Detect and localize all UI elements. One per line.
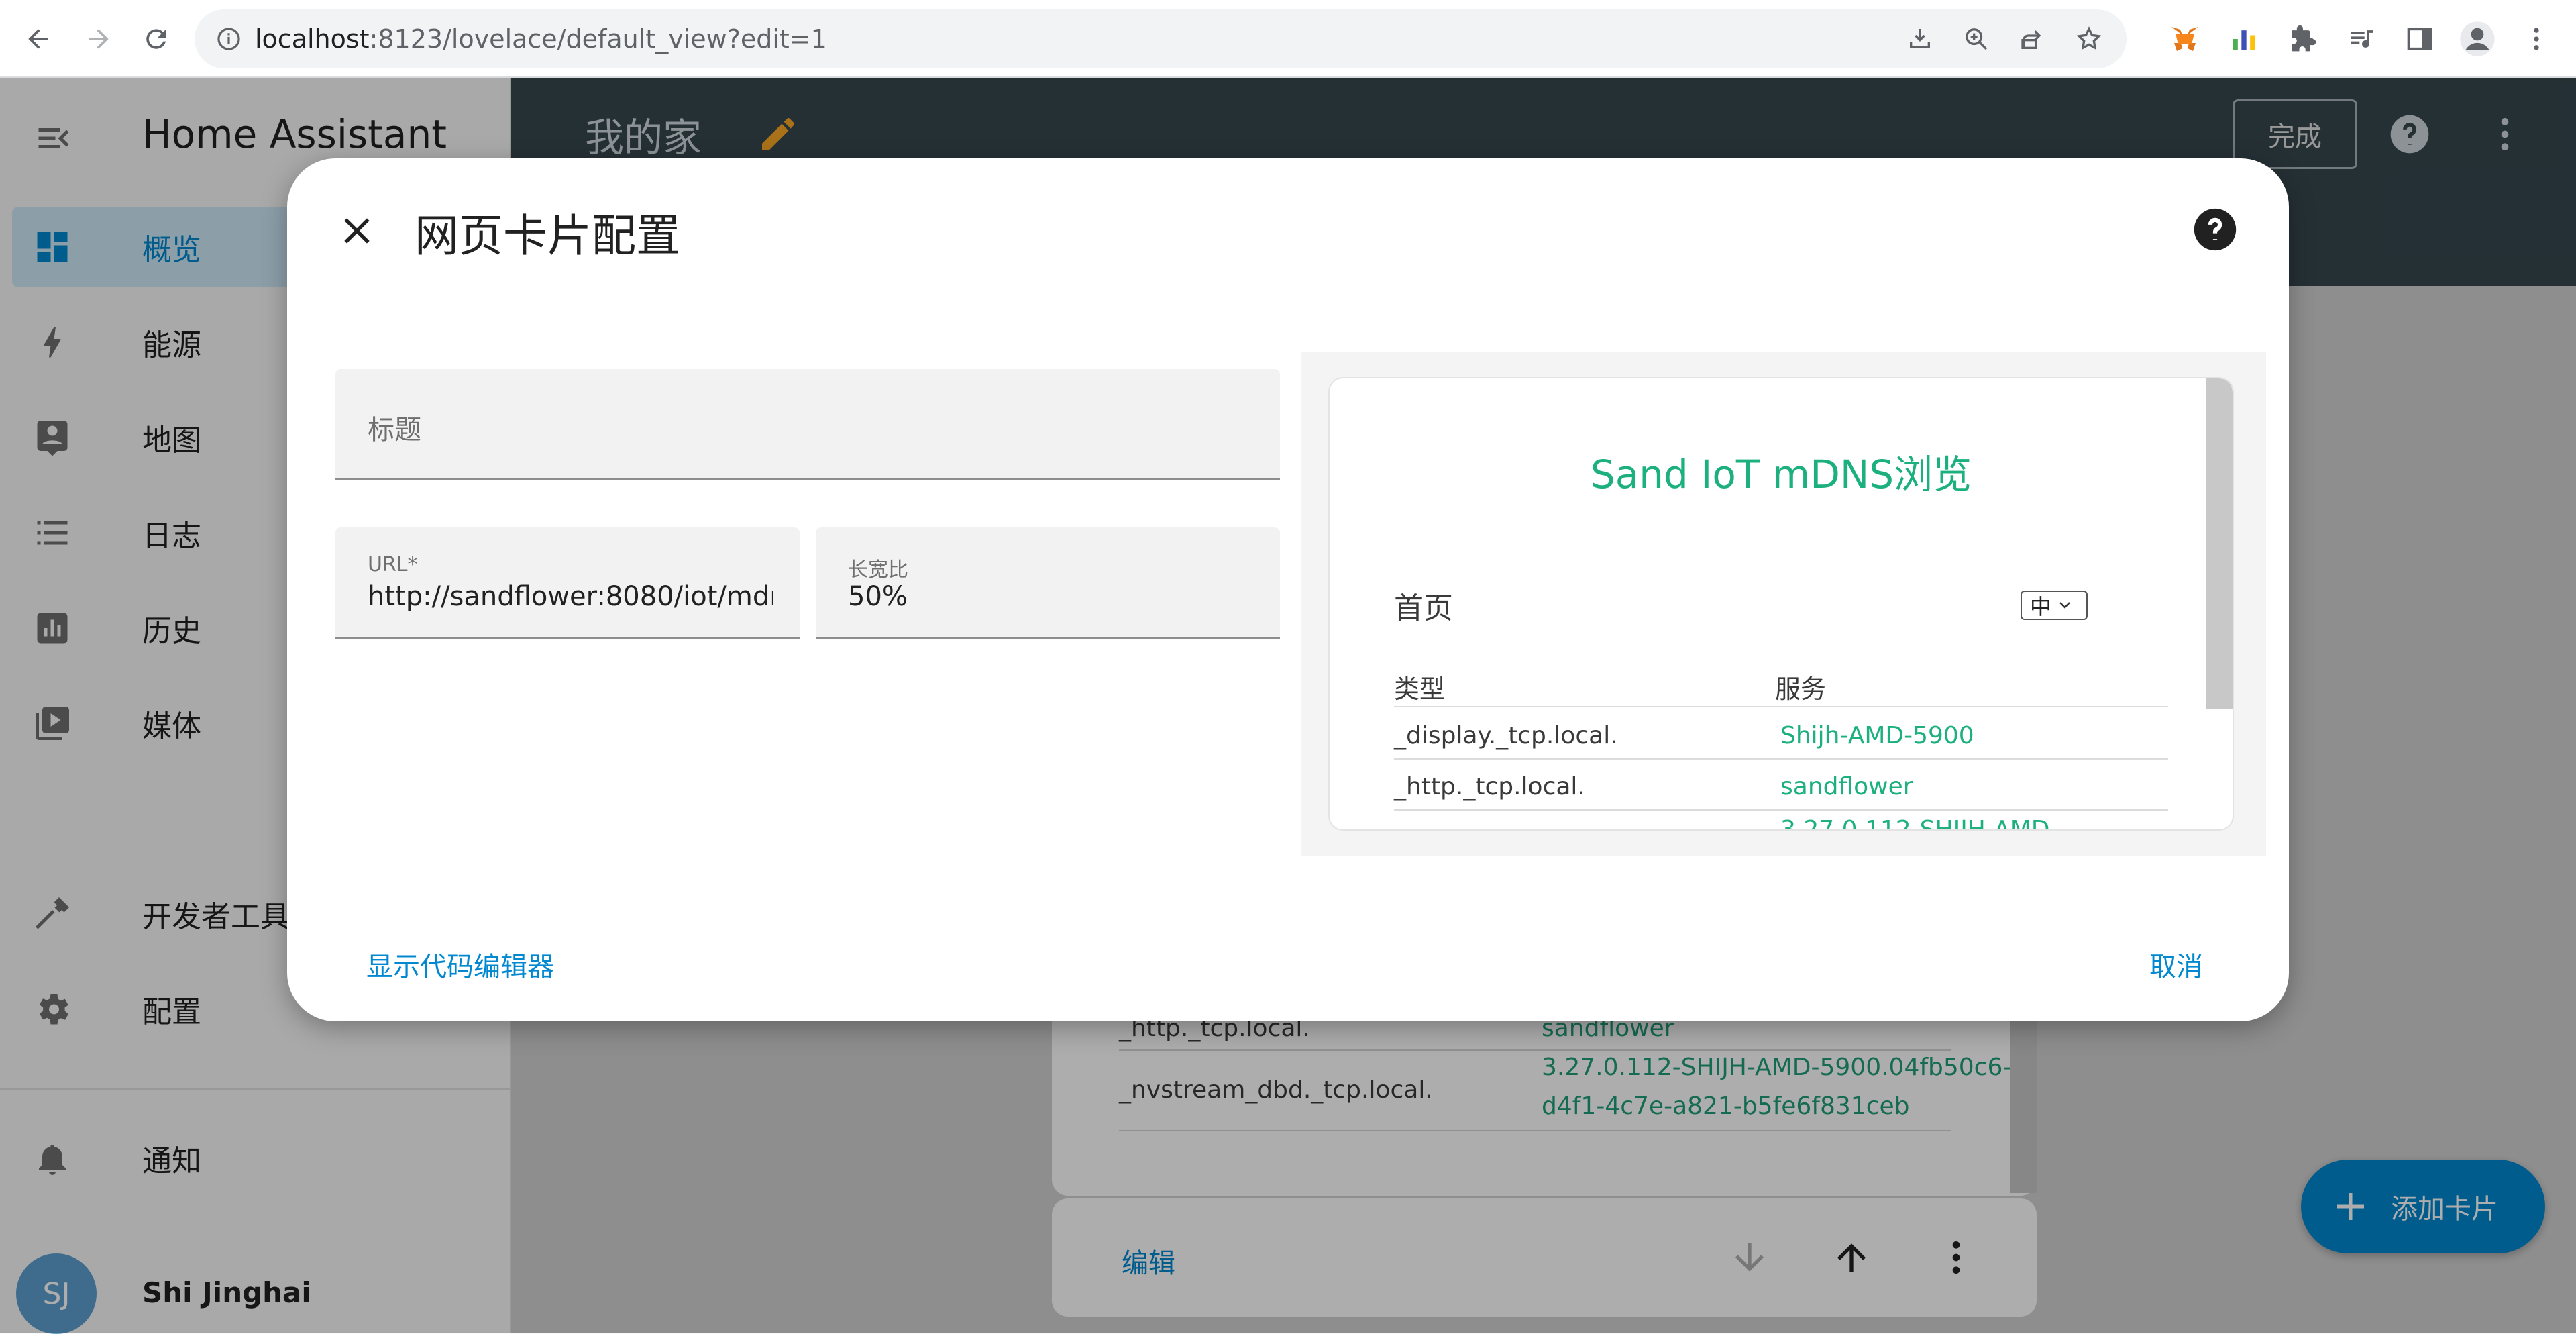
- chart-extension-icon[interactable]: [2220, 15, 2267, 62]
- column-header-service: 服务: [1775, 674, 1827, 704]
- preview-page-title: Sand IoT mDNS浏览: [1590, 452, 1972, 497]
- metamask-extension-icon[interactable]: [2161, 15, 2208, 62]
- preview-row-service[interactable]: Shijh-AMD-5900: [1780, 722, 1974, 750]
- share-icon[interactable]: [2019, 25, 2046, 52]
- media-queue-icon[interactable]: [2339, 15, 2385, 62]
- zoom-icon[interactable]: [1963, 25, 1990, 52]
- show-code-editor-button[interactable]: 显示代码编辑器: [366, 945, 554, 984]
- url-text: localhost:8123/lovelace/default_view?edi…: [255, 24, 827, 54]
- dialog-title: 网页卡片配置: [415, 210, 680, 262]
- language-select[interactable]: 中: [2021, 591, 2088, 620]
- dialog-help-icon[interactable]: [2192, 207, 2238, 252]
- aspect-ratio-label: 长宽比: [848, 558, 908, 582]
- webpage-card-preview: Sand IoT mDNS浏览 首页 中 类型 服务 _display._tcp…: [1328, 377, 2234, 831]
- reload-icon: [146, 29, 166, 49]
- arrow-left-icon: [28, 29, 48, 49]
- browser-toolbar: localhost:8123/lovelace/default_view?edi…: [0, 0, 2576, 78]
- info-icon: [217, 28, 240, 50]
- url-field[interactable]: URL* http://sandflower:8080/iot/mdns: [335, 527, 800, 639]
- url-value[interactable]: http://sandflower:8080/iot/mdns: [368, 581, 773, 612]
- aspect-ratio-value[interactable]: 50%: [848, 581, 908, 612]
- address-bar[interactable]: localhost:8123/lovelace/default_view?edi…: [195, 9, 2127, 68]
- preview-row-type: _http._tcp.local.: [1394, 773, 1585, 801]
- extensions-puzzle-icon[interactable]: [2279, 15, 2326, 62]
- install-icon[interactable]: [1907, 25, 1933, 52]
- back-button[interactable]: [15, 15, 62, 62]
- cancel-button[interactable]: 取消: [2149, 945, 2203, 984]
- column-header-type: 类型: [1394, 674, 1446, 704]
- browser-menu-icon[interactable]: [2513, 15, 2560, 62]
- preview-row-service[interactable]: 3.27.0.112-SHIJH-AMD: [1780, 816, 2049, 829]
- title-placeholder: 标题: [368, 415, 421, 446]
- language-value: 中: [2030, 594, 2052, 619]
- reload-button[interactable]: [133, 15, 180, 62]
- close-icon[interactable]: [335, 209, 378, 252]
- aspect-ratio-field[interactable]: 长宽比 50%: [816, 527, 1280, 639]
- profile-icon[interactable]: [2454, 15, 2501, 62]
- url-label: URL*: [368, 553, 418, 576]
- preview-row-type: _display._tcp.local.: [1394, 722, 1618, 750]
- arrow-right-icon: [89, 29, 109, 49]
- preview-row-service[interactable]: sandflower: [1780, 773, 1913, 801]
- chevron-down-icon: [2059, 602, 2070, 609]
- preview-scrollbar[interactable]: [2206, 378, 2233, 709]
- preview-home-link[interactable]: 首页: [1394, 584, 1453, 627]
- title-field[interactable]: 标题: [335, 369, 1280, 480]
- star-icon[interactable]: [2076, 25, 2102, 52]
- side-panel-icon[interactable]: [2396, 15, 2443, 62]
- forward-button[interactable]: [75, 15, 122, 62]
